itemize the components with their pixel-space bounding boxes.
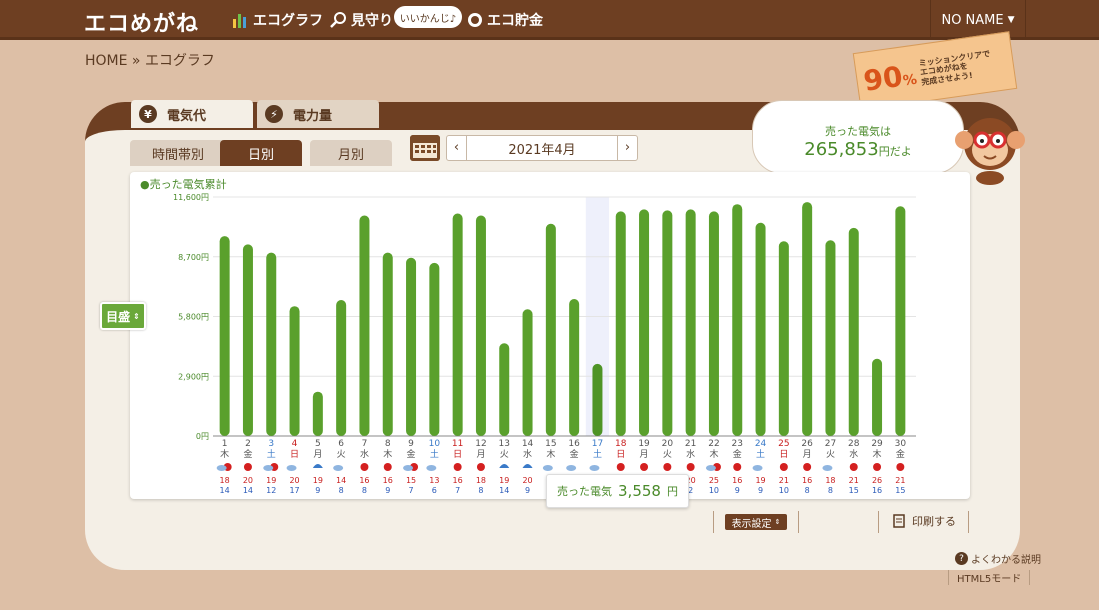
bubble-amount: 265,853円だよ bbox=[804, 139, 912, 160]
printer-icon bbox=[893, 514, 905, 528]
nav-eco-graph-label: エコグラフ bbox=[253, 13, 323, 29]
next-month-button[interactable]: › bbox=[617, 136, 637, 160]
help-label: よくわかる説明 bbox=[971, 555, 1041, 566]
updown-icon: ⇕ bbox=[774, 518, 781, 526]
magnifier-icon bbox=[330, 12, 346, 28]
tab-power-amount[interactable]: ⚡ 電力量 bbox=[257, 100, 379, 128]
tooltip-label: 売った電気 bbox=[557, 485, 613, 498]
updown-icon: ⇕ bbox=[133, 311, 140, 321]
mission-text: ミッションクリアで エコめがねを 完成させよう! bbox=[918, 48, 991, 87]
nav-eco-savings-label: エコ貯金 bbox=[487, 13, 543, 29]
tooltip-value: 3,558 bbox=[618, 482, 661, 500]
subtab-monthly[interactable]: 月別 bbox=[310, 140, 392, 166]
user-name: NO NAME bbox=[941, 12, 1004, 28]
app-logo[interactable]: エコめがね bbox=[84, 6, 199, 38]
nav-watch[interactable]: 見守り bbox=[330, 10, 393, 30]
coin-icon bbox=[468, 13, 482, 27]
subtab-daily[interactable]: 日別 bbox=[220, 140, 302, 166]
display-settings-label: 表示設定 bbox=[731, 518, 772, 530]
mission-percent: 90% bbox=[861, 59, 919, 98]
breadcrumb[interactable]: HOME » エコグラフ bbox=[85, 50, 215, 70]
top-navbar: エコめがね エコグラフ 見守り いいかんじ♪ エコ貯金 NO NAME ▼ bbox=[0, 0, 1099, 40]
mission-tag[interactable]: 90% ミッションクリアで エコめがねを 完成させよう! bbox=[852, 31, 1018, 111]
status-badge: いいかんじ♪ bbox=[394, 6, 462, 28]
tab-power-amount-label: 電力量 bbox=[293, 108, 333, 124]
subtab-hourly[interactable]: 時間帯別 bbox=[130, 140, 226, 166]
lightning-icon: ⚡ bbox=[265, 105, 283, 123]
help-link[interactable]: ? よくわかる説明 bbox=[955, 551, 1041, 566]
user-menu[interactable]: NO NAME ▼ bbox=[930, 0, 1026, 40]
question-icon: ? bbox=[955, 552, 968, 565]
nav-eco-graph[interactable]: エコグラフ bbox=[232, 10, 323, 30]
prev-month-button[interactable]: ‹ bbox=[447, 136, 467, 160]
sold-electricity-bubble: 売った電気は 265,853円だよ bbox=[752, 100, 964, 174]
graph-icon bbox=[233, 14, 246, 28]
print-label: 印刷する bbox=[912, 515, 956, 528]
tab-electricity-cost-label: 電気代 bbox=[167, 108, 207, 124]
nav-watch-label: 見守り bbox=[351, 13, 393, 29]
bubble-label: 売った電気は bbox=[825, 125, 891, 138]
scale-selector-label: 目盛 bbox=[106, 309, 131, 324]
chart-legend: ●売った電気累計 bbox=[140, 178, 227, 191]
chart-card bbox=[130, 172, 970, 499]
html5-mode-link[interactable]: HTML5モード bbox=[948, 570, 1031, 585]
display-settings-button[interactable]: 表示設定 ⇕ bbox=[725, 514, 787, 530]
divider bbox=[713, 511, 714, 533]
print-button[interactable]: 印刷する bbox=[892, 513, 956, 529]
divider bbox=[798, 511, 799, 533]
nav-eco-savings[interactable]: エコ貯金 bbox=[466, 10, 543, 30]
chart-tooltip: 売った電気 3,558 円 bbox=[546, 474, 689, 508]
tooltip-unit: 円 bbox=[666, 485, 678, 498]
caret-down-icon: ▼ bbox=[1007, 15, 1015, 25]
divider bbox=[968, 511, 969, 533]
calendar-icon[interactable] bbox=[410, 135, 440, 161]
month-navigator: ‹ 2021年4月 › bbox=[446, 135, 638, 161]
tab-electricity-cost[interactable]: ¥ 電気代 bbox=[131, 100, 253, 128]
month-label: 2021年4月 bbox=[508, 142, 576, 158]
divider bbox=[878, 511, 879, 533]
scale-selector[interactable]: 目盛 ⇕ bbox=[100, 302, 146, 330]
yen-icon: ¥ bbox=[139, 105, 157, 123]
